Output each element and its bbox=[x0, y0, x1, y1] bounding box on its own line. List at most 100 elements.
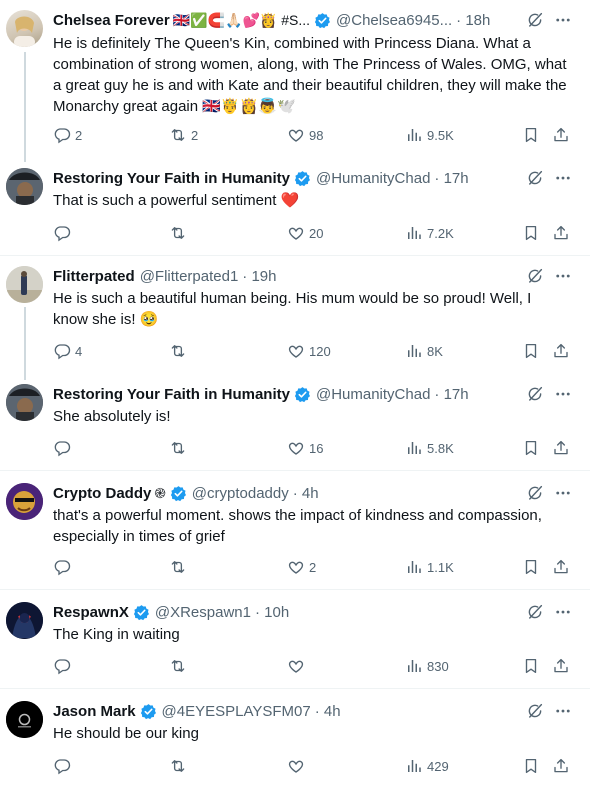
share-button[interactable] bbox=[552, 125, 570, 145]
author-handle[interactable]: @HumanityChad bbox=[316, 386, 430, 403]
avatar[interactable] bbox=[6, 483, 43, 520]
share-button[interactable] bbox=[552, 656, 570, 676]
reply-button[interactable]: 2 bbox=[53, 125, 82, 145]
timestamp[interactable]: · 17h bbox=[434, 170, 468, 187]
grok-icon[interactable] bbox=[526, 484, 544, 502]
reply-button[interactable] bbox=[53, 438, 71, 458]
tweet[interactable]: Restoring Your Faith in Humanity @Humani… bbox=[0, 158, 590, 255]
avatar[interactable] bbox=[6, 266, 43, 303]
verified-badge-icon bbox=[294, 170, 311, 187]
author-name[interactable]: Chelsea Forever bbox=[53, 12, 170, 29]
grok-icon[interactable] bbox=[526, 385, 544, 403]
reply-button[interactable] bbox=[53, 756, 71, 776]
more-icon[interactable] bbox=[554, 603, 572, 621]
avatar[interactable] bbox=[6, 168, 43, 205]
like-button[interactable] bbox=[287, 756, 305, 776]
tweet[interactable]: Crypto Daddy ֎ @cryptodaddy · 4h that's … bbox=[0, 471, 590, 589]
bookmark-button[interactable] bbox=[522, 125, 540, 145]
like-count: 20 bbox=[309, 225, 324, 241]
tweet[interactable]: Jason Mark @4EYESPLAYSFM07 · 4h He shoul… bbox=[0, 689, 590, 791]
repost-button[interactable]: 2 bbox=[169, 125, 198, 145]
like-button[interactable]: 16 bbox=[287, 438, 323, 458]
share-button[interactable] bbox=[552, 756, 570, 776]
tweet[interactable]: Chelsea Forever 🇬🇧✅🧲🙏🏻💕👸 #S... @Chelsea6… bbox=[0, 0, 590, 158]
repost-button[interactable] bbox=[169, 656, 187, 676]
author-handle[interactable]: @Flitterpated1 bbox=[140, 268, 239, 285]
avatar[interactable] bbox=[6, 602, 43, 639]
repost-button[interactable] bbox=[169, 756, 187, 776]
views-button[interactable]: 8K bbox=[405, 341, 443, 361]
reply-button[interactable] bbox=[53, 557, 71, 577]
repost-button[interactable] bbox=[169, 438, 187, 458]
more-icon[interactable] bbox=[554, 267, 572, 285]
more-icon[interactable] bbox=[554, 169, 572, 187]
bookmark-button[interactable] bbox=[522, 557, 540, 577]
bookmark-button[interactable] bbox=[522, 223, 540, 243]
like-icon bbox=[287, 439, 305, 457]
grok-icon[interactable] bbox=[526, 702, 544, 720]
views-button[interactable]: 9.5K bbox=[405, 125, 454, 145]
timestamp[interactable]: · 18h bbox=[456, 12, 490, 29]
views-button[interactable]: 7.2K bbox=[405, 223, 454, 243]
author-name[interactable]: Jason Mark bbox=[53, 703, 136, 720]
grok-icon[interactable] bbox=[526, 169, 544, 187]
tweet-text: The King in waiting bbox=[53, 626, 180, 643]
reply-button[interactable] bbox=[53, 656, 71, 676]
repost-button[interactable] bbox=[169, 557, 187, 577]
views-icon bbox=[405, 342, 423, 360]
timestamp[interactable]: · 4h bbox=[293, 485, 319, 502]
grok-icon[interactable] bbox=[526, 267, 544, 285]
author-handle[interactable]: @XRespawn1 bbox=[155, 604, 251, 621]
share-button[interactable] bbox=[552, 438, 570, 458]
more-icon[interactable] bbox=[554, 484, 572, 502]
avatar[interactable] bbox=[6, 10, 43, 47]
author-handle[interactable]: @HumanityChad bbox=[316, 170, 430, 187]
author-handle[interactable]: @4EYESPLAYSFM07 bbox=[162, 703, 311, 720]
like-button[interactable]: 120 bbox=[287, 341, 331, 361]
timestamp[interactable]: · 17h bbox=[434, 386, 468, 403]
views-button[interactable]: 1.1K bbox=[405, 557, 454, 577]
like-button[interactable]: 98 bbox=[287, 125, 323, 145]
author-handle[interactable]: @cryptodaddy bbox=[192, 485, 289, 502]
timestamp[interactable]: · 10h bbox=[255, 604, 289, 621]
avatar[interactable] bbox=[6, 384, 43, 421]
author-name[interactable]: Restoring Your Faith in Humanity bbox=[53, 386, 290, 403]
views-button[interactable]: 830 bbox=[405, 656, 449, 676]
author-name[interactable]: Restoring Your Faith in Humanity bbox=[53, 170, 290, 187]
views-button[interactable]: 429 bbox=[405, 756, 449, 776]
bookmark-button[interactable] bbox=[522, 656, 540, 676]
tweet[interactable]: Restoring Your Faith in Humanity @Humani… bbox=[0, 374, 590, 470]
reply-button[interactable]: 4 bbox=[53, 341, 82, 361]
share-button[interactable] bbox=[552, 557, 570, 577]
views-icon bbox=[405, 224, 423, 242]
view-count: 429 bbox=[427, 758, 449, 774]
share-button[interactable] bbox=[552, 223, 570, 243]
reply-button[interactable] bbox=[53, 223, 71, 243]
like-button[interactable]: 20 bbox=[287, 223, 323, 243]
tweet[interactable]: Flitterpated @Flitterpated1 · 19h He is … bbox=[0, 256, 590, 374]
bookmark-button[interactable] bbox=[522, 341, 540, 361]
author-name[interactable]: Flitterpated bbox=[53, 268, 135, 285]
bookmark-button[interactable] bbox=[522, 756, 540, 776]
like-button[interactable]: 2 bbox=[287, 557, 316, 577]
author-name[interactable]: Crypto Daddy bbox=[53, 485, 151, 502]
timestamp[interactable]: · 4h bbox=[315, 703, 341, 720]
share-button[interactable] bbox=[552, 341, 570, 361]
timestamp[interactable]: · 19h bbox=[242, 268, 276, 285]
more-icon[interactable] bbox=[554, 11, 572, 29]
author-name[interactable]: RespawnX bbox=[53, 604, 129, 621]
views-button[interactable]: 5.8K bbox=[405, 438, 454, 458]
bookmark-button[interactable] bbox=[522, 438, 540, 458]
more-icon[interactable] bbox=[554, 702, 572, 720]
avatar[interactable] bbox=[6, 701, 43, 738]
like-button[interactable] bbox=[287, 656, 305, 676]
grok-icon[interactable] bbox=[526, 11, 544, 29]
grok-icon[interactable] bbox=[526, 603, 544, 621]
tweet[interactable]: RespawnX @XRespawn1 · 10h The King in wa… bbox=[0, 590, 590, 688]
more-icon[interactable] bbox=[554, 385, 572, 403]
views-icon bbox=[405, 439, 423, 457]
repost-icon bbox=[169, 126, 187, 144]
repost-button[interactable] bbox=[169, 223, 187, 243]
author-handle[interactable]: @Chelsea6945... bbox=[336, 12, 452, 29]
repost-button[interactable] bbox=[169, 341, 187, 361]
